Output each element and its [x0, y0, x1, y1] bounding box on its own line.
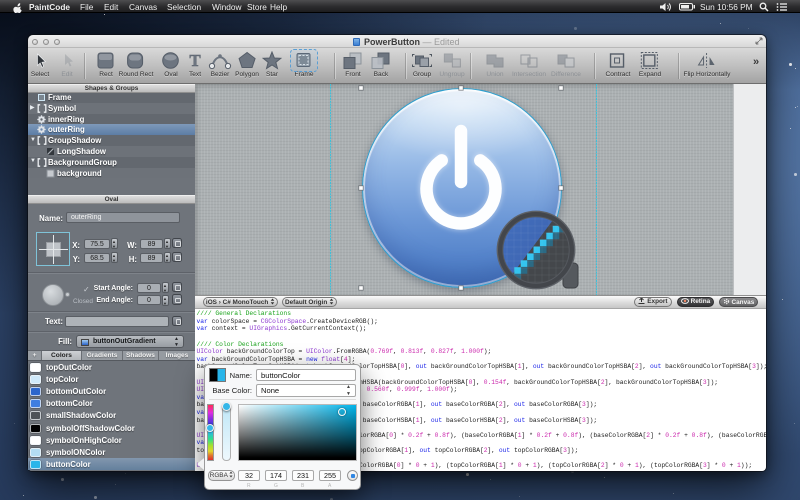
svg-text:T: T [189, 51, 201, 70]
